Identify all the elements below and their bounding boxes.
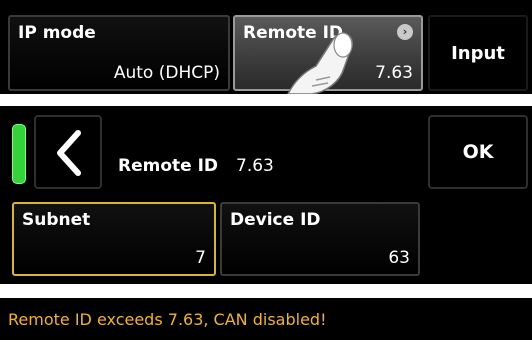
subnet-value: 7 [195,248,206,268]
ip-mode-tile[interactable]: IP mode Auto (DHCP) [8,15,230,91]
ok-button[interactable]: OK [428,115,528,189]
chevron-left-icon [57,130,81,176]
warning-bar: Remote ID exceeds 7.63, CAN disabled! [0,298,532,340]
device-id-value: 63 [388,248,410,268]
settings-panel: IP mode Auto (DHCP) Remote ID › 7.63 Inp… [0,0,532,94]
hand-pointer-icon [287,32,353,94]
remote-id-header-value: 7.63 [236,156,274,176]
remote-id-value: 7.63 [375,63,413,83]
subnet-label: Subnet [22,210,91,230]
input-button-label: Input [451,43,505,64]
ip-mode-value: Auto (DHCP) [113,63,220,83]
subnet-field[interactable]: Subnet 7 [12,202,216,276]
back-button[interactable] [34,115,102,189]
status-indicator [12,124,26,184]
device-id-field[interactable]: Device ID 63 [220,202,420,276]
remote-id-header-label: Remote ID [118,156,219,176]
ip-mode-label: IP mode [18,23,96,43]
chevron-right-icon: › [397,24,413,40]
device-id-label: Device ID [230,210,321,230]
warning-message: Remote ID exceeds 7.63, CAN disabled! [8,310,327,329]
input-button[interactable]: Input [428,15,528,91]
remote-id-editor-panel: Remote ID 7.63 OK Subnet 7 Device ID 63 [0,106,532,284]
